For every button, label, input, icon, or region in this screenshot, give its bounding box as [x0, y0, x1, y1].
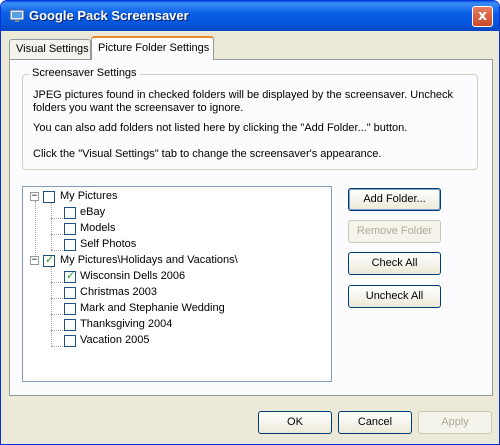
cancel-button[interactable]: Cancel [338, 411, 412, 434]
check-all-button[interactable]: Check All [348, 252, 441, 275]
tree-node-label[interactable]: My Pictures [60, 190, 117, 202]
folder-tree[interactable]: − My Pictures eBay Models Self Photos − … [22, 186, 332, 382]
my-pictures-checkbox[interactable] [43, 191, 55, 203]
tree-node-label[interactable]: Mark and Stephanie Wedding [80, 302, 225, 314]
holidays-checkbox[interactable]: ✓ [43, 253, 55, 267]
tree-node-ebay: eBay [23, 205, 323, 221]
tree-node-label[interactable]: Wisconsin Dells 2006 [80, 270, 185, 282]
self-photos-checkbox[interactable] [64, 239, 76, 251]
screensaver-settings-group: Screensaver Settings JPEG pictures found… [22, 67, 478, 170]
screensaver-window: Google Pack Screensaver x Visual Setting… [0, 0, 500, 445]
uncheck-all-button[interactable]: Uncheck All [348, 285, 441, 308]
tab-label: Picture Folder Settings [98, 42, 210, 54]
wisconsin-dells-checkbox[interactable]: ✓ [64, 269, 76, 283]
title-bar[interactable]: Google Pack Screensaver x [1, 1, 499, 31]
thanksgiving-2004-checkbox[interactable] [64, 319, 76, 331]
tree-node-label[interactable]: Vacation 2005 [80, 334, 150, 346]
window-title: Google Pack Screensaver [29, 8, 189, 23]
tree-node-label[interactable]: Self Photos [80, 238, 136, 250]
picture-folder-panel: Screensaver Settings JPEG pictures found… [9, 59, 493, 396]
check-icon: ✓ [45, 253, 55, 266]
ok-button[interactable]: OK [258, 411, 332, 434]
remove-folder-button[interactable]: Remove Folder [348, 220, 441, 243]
add-folder-button[interactable]: Add Folder... [348, 188, 441, 211]
group-legend: Screensaver Settings [29, 67, 140, 79]
tree-node-thanksgiving-2004: Thanksgiving 2004 [23, 317, 323, 333]
tree-node-holidays-and-vacations: − ✓ My Pictures\Holidays and Vacations\ [23, 253, 323, 269]
wedding-checkbox[interactable] [64, 303, 76, 315]
collapse-icon[interactable]: − [30, 256, 39, 265]
tab-label: Visual Settings [16, 43, 89, 55]
tree-node-models: Models [23, 221, 323, 237]
tree-node-self-photos: Self Photos [23, 237, 323, 253]
close-button[interactable]: x [472, 6, 493, 27]
christmas-2003-checkbox[interactable] [64, 287, 76, 299]
vacation-2005-checkbox[interactable] [64, 335, 76, 347]
tab-visual-settings[interactable]: Visual Settings [9, 39, 91, 59]
tree-node-label[interactable]: My Pictures\Holidays and Vacations\ [60, 254, 238, 266]
collapse-icon[interactable]: − [30, 192, 39, 201]
tree-node-christmas-2003: Christmas 2003 [23, 285, 323, 301]
info-text-line-2: folders you want the screensaver to igno… [33, 102, 244, 114]
tab-picture-folder-settings[interactable]: Picture Folder Settings [91, 36, 214, 60]
info-text-line-4: Click the "Visual Settings" tab to chang… [33, 148, 382, 160]
close-icon: x [477, 8, 488, 24]
tree-node-label[interactable]: Models [80, 222, 115, 234]
info-text-line-3: You can also add folders not listed here… [33, 122, 408, 134]
info-text-line-1: JPEG pictures found in checked folders w… [33, 89, 454, 101]
tree-node-wisconsin-dells-2006: ✓ Wisconsin Dells 2006 [23, 269, 323, 285]
tree-node-label[interactable]: Christmas 2003 [80, 286, 157, 298]
app-icon [9, 9, 25, 22]
check-icon: ✓ [66, 269, 76, 282]
ebay-checkbox[interactable] [64, 207, 76, 219]
apply-button[interactable]: Apply [418, 411, 492, 434]
tree-node-vacation-2005: Vacation 2005 [23, 333, 323, 349]
tree-node-label[interactable]: Thanksgiving 2004 [80, 318, 172, 330]
tree-node-label[interactable]: eBay [80, 206, 105, 218]
tree-node-mark-and-stephanie-wedding: Mark and Stephanie Wedding [23, 301, 323, 317]
models-checkbox[interactable] [64, 223, 76, 235]
tree-node-my-pictures: − My Pictures [23, 189, 323, 205]
